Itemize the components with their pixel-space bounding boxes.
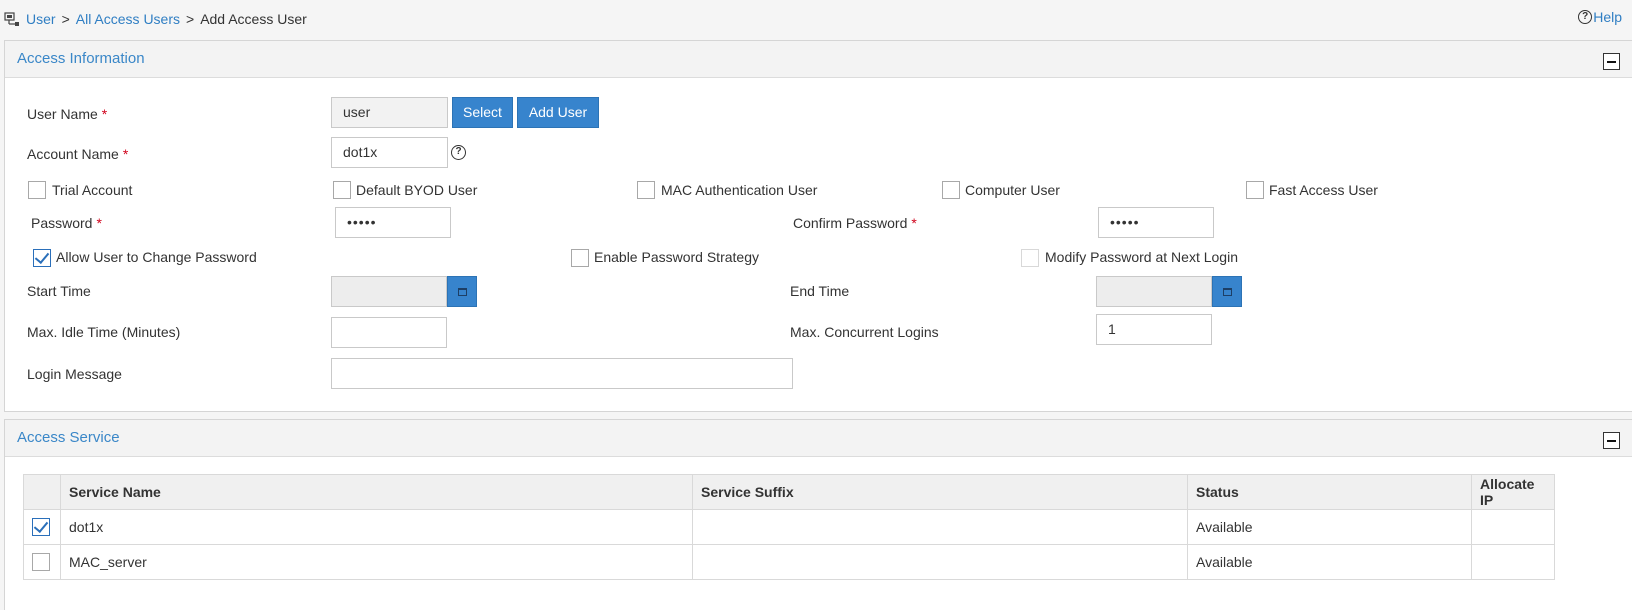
breadcrumb-link-user[interactable]: User: [26, 11, 56, 27]
access-information-panel: Access Information User Name * user Selec…: [4, 40, 1632, 412]
account-name-label: Account Name *: [27, 146, 129, 162]
password-input[interactable]: •••••: [335, 207, 451, 238]
breadcrumb-current: Add Access User: [200, 11, 307, 27]
help-icon: ?: [1578, 10, 1593, 24]
panel-header: Access Service: [5, 420, 1632, 457]
breadcrumb: User > All Access Users > Add Access Use…: [4, 9, 307, 29]
modify-password-next-login-checkbox[interactable]: [1021, 249, 1039, 267]
collapse-icon[interactable]: [1603, 53, 1620, 70]
user-tree-icon: [4, 12, 19, 26]
status-cell: Available: [1187, 544, 1472, 580]
allow-change-password-label: Allow User to Change Password: [56, 249, 257, 265]
confirm-password-label: Confirm Password *: [793, 215, 917, 231]
confirm-password-input[interactable]: •••••: [1098, 207, 1214, 238]
start-time-input[interactable]: [331, 276, 447, 307]
start-time-calendar-button[interactable]: [447, 276, 477, 307]
table-row: MAC_server Available: [23, 544, 1555, 580]
mac-authentication-user-checkbox[interactable]: [637, 181, 655, 199]
default-byod-user-label: Default BYOD User: [356, 182, 478, 198]
collapse-icon[interactable]: [1603, 432, 1620, 449]
panel-header: Access Information: [5, 41, 1632, 78]
panel-title: Access Information: [17, 50, 145, 67]
help-link[interactable]: ? Help: [1578, 9, 1622, 25]
select-cell: [23, 509, 61, 545]
service-suffix-cell: [692, 509, 1188, 545]
allow-change-password-checkbox[interactable]: [33, 249, 51, 267]
enable-password-strategy-checkbox[interactable]: [571, 249, 589, 267]
breadcrumb-link-all-access-users[interactable]: All Access Users: [76, 11, 180, 27]
allocate-ip-column-header[interactable]: Allocate IP: [1471, 474, 1555, 510]
access-service-panel: Access Service Service Name Service Suff…: [4, 419, 1632, 610]
allocate-ip-cell[interactable]: [1471, 509, 1555, 545]
start-time-label: Start Time: [27, 283, 91, 299]
end-time-calendar-button[interactable]: [1212, 276, 1242, 307]
add-user-button[interactable]: Add User: [517, 97, 599, 128]
select-cell: [23, 544, 61, 580]
calendar-icon: [1223, 288, 1232, 296]
end-time-label: End Time: [790, 283, 850, 299]
status-cell: Available: [1187, 509, 1472, 545]
modify-password-next-login-label: Modify Password at Next Login: [1045, 249, 1238, 265]
row-checkbox[interactable]: [32, 518, 50, 536]
table-header-row: Service Name Service Suffix Status Alloc…: [23, 474, 1555, 510]
trial-account-label: Trial Account: [52, 182, 133, 198]
password-label: Password *: [31, 215, 102, 231]
user-name-label: User Name *: [27, 106, 108, 122]
max-idle-time-label: Max. Idle Time (Minutes): [27, 324, 181, 340]
login-message-label: Login Message: [27, 366, 122, 382]
service-name-cell: MAC_server: [60, 544, 693, 580]
user-name-input[interactable]: user: [331, 97, 448, 128]
fast-access-user-checkbox[interactable]: [1246, 181, 1264, 199]
service-table: Service Name Service Suffix Status Alloc…: [23, 474, 1555, 580]
max-concurrent-logins-label: Max. Concurrent Logins: [790, 324, 939, 340]
account-name-input[interactable]: dot1x: [331, 137, 448, 168]
enable-password-strategy-label: Enable Password Strategy: [594, 249, 759, 265]
table-row: dot1x Available: [23, 509, 1555, 545]
service-suffix-cell: [692, 544, 1188, 580]
row-checkbox[interactable]: [32, 553, 50, 571]
service-name-column-header[interactable]: Service Name: [60, 474, 693, 510]
max-concurrent-logins-input[interactable]: 1: [1096, 314, 1212, 345]
breadcrumb-separator: >: [186, 11, 195, 27]
breadcrumb-separator: >: [61, 11, 70, 27]
mac-authentication-user-label: MAC Authentication User: [661, 182, 818, 198]
computer-user-label: Computer User: [965, 182, 1060, 198]
default-byod-user-checkbox[interactable]: [333, 181, 351, 199]
trial-account-checkbox[interactable]: [28, 181, 46, 199]
allocate-ip-cell[interactable]: [1471, 544, 1555, 580]
select-column-header: [23, 474, 61, 510]
max-idle-time-input[interactable]: [331, 317, 447, 348]
help-label: Help: [1593, 9, 1622, 25]
login-message-input[interactable]: [331, 358, 793, 389]
status-column-header[interactable]: Status: [1187, 474, 1472, 510]
end-time-input[interactable]: [1096, 276, 1212, 307]
fast-access-user-label: Fast Access User: [1269, 182, 1378, 198]
panel-title: Access Service: [17, 429, 120, 446]
account-name-help-icon[interactable]: ?: [451, 145, 466, 160]
computer-user-checkbox[interactable]: [942, 181, 960, 199]
service-suffix-column-header[interactable]: Service Suffix: [692, 474, 1188, 510]
service-name-cell: dot1x: [60, 509, 693, 545]
calendar-icon: [458, 288, 467, 296]
select-user-button[interactable]: Select: [452, 97, 513, 128]
